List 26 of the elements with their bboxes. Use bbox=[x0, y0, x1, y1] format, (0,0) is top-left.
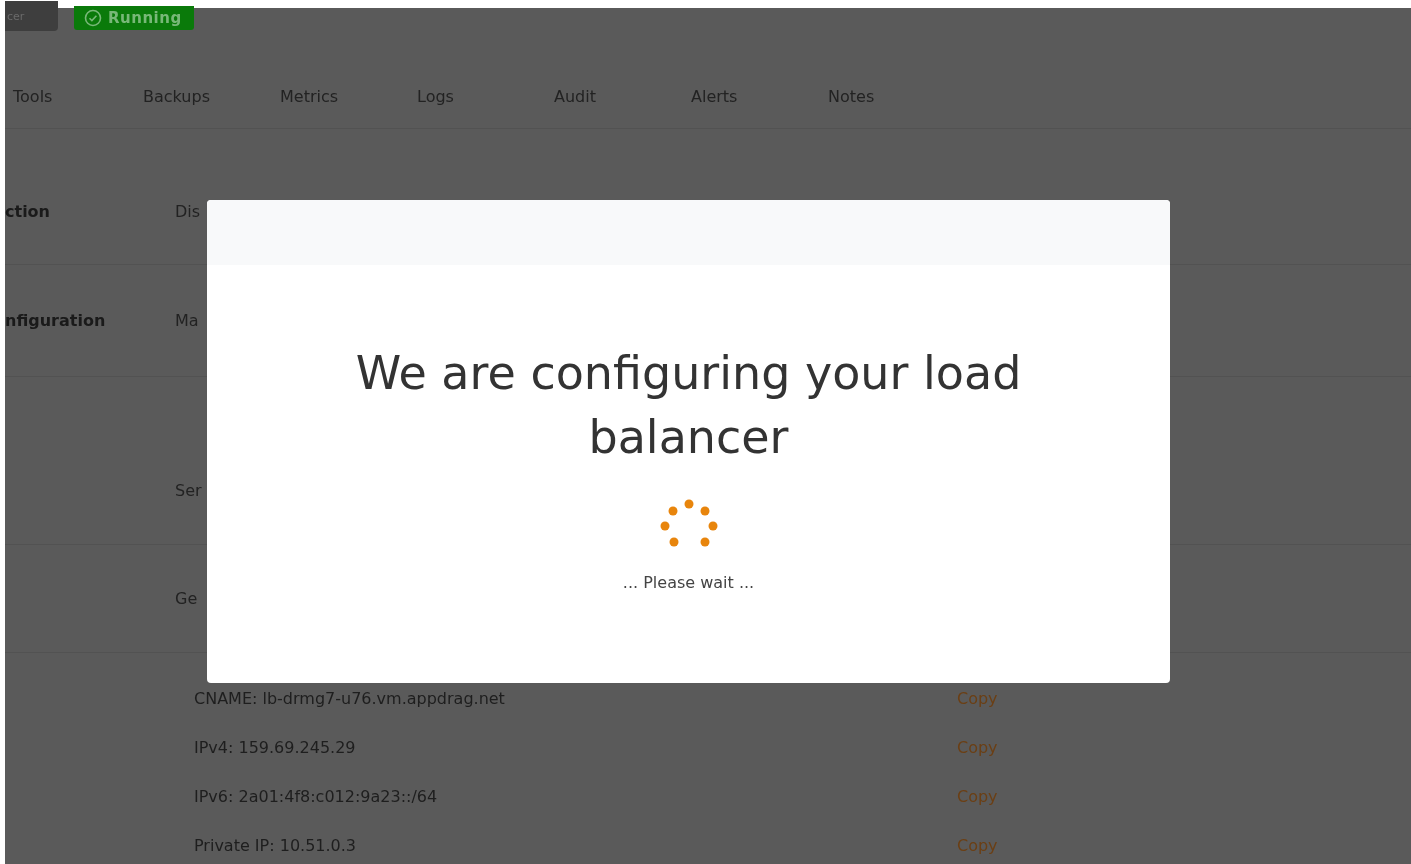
row-value: Ge bbox=[175, 589, 198, 608]
tab[interactable]: Metrics bbox=[272, 84, 409, 128]
row-value: Ma bbox=[175, 311, 199, 330]
endpoint-text: CNAME: lb-drmg7-u76.vm.appdrag.net bbox=[194, 689, 505, 708]
copy-link[interactable]: Copy bbox=[957, 689, 998, 708]
row-value: Ser bbox=[175, 481, 202, 500]
tab[interactable]: Logs bbox=[409, 84, 546, 128]
modal-title: We are configuring your load balancer bbox=[354, 345, 1023, 466]
endpoint-text: IPv4: 159.69.245.29 bbox=[194, 738, 356, 757]
tab[interactable]: Alerts bbox=[683, 84, 820, 128]
endpoint-text: IPv6: 2a01:4f8:c012:9a23::/64 bbox=[194, 787, 438, 806]
spinner-icon bbox=[659, 499, 718, 549]
check-circle-icon bbox=[84, 9, 102, 27]
copy-link[interactable]: Copy bbox=[957, 836, 998, 855]
row-label: ction bbox=[5, 202, 50, 221]
copy-link[interactable]: Copy bbox=[957, 787, 998, 806]
copy-link[interactable]: Copy bbox=[957, 738, 998, 757]
wait-message: ... Please wait ... bbox=[622, 573, 755, 592]
row-label: nfiguration bbox=[5, 311, 106, 330]
tab[interactable]: Backups bbox=[135, 84, 272, 128]
status-text: Running bbox=[108, 9, 182, 27]
tab[interactable]: Tools bbox=[5, 84, 135, 128]
tab[interactable]: Notes bbox=[820, 84, 957, 128]
row-value: Dis bbox=[175, 202, 201, 221]
endpoint-text: Private IP: 10.51.0.3 bbox=[194, 836, 357, 855]
tab[interactable]: Audit bbox=[546, 84, 683, 128]
